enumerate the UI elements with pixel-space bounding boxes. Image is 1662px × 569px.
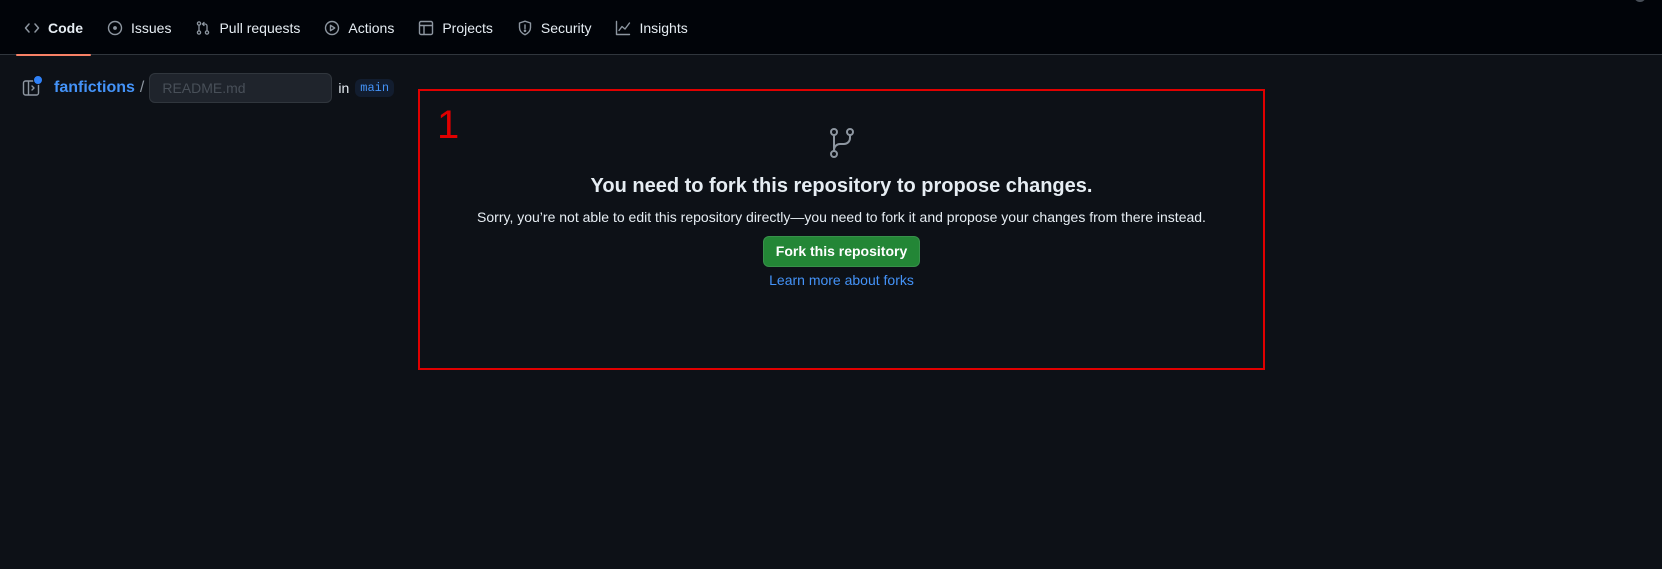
tab-label: Actions — [348, 19, 395, 36]
branch-name[interactable]: main — [355, 79, 395, 97]
tab-label: Issues — [131, 19, 172, 36]
fork-required-blankslate: You need to fork this repository to prop… — [420, 125, 1263, 290]
table-icon — [418, 20, 434, 36]
tab-security[interactable]: Security — [509, 0, 600, 55]
repo-navigation: Code Issues Pull requests Actions Projec… — [0, 0, 1662, 56]
in-label: in — [338, 80, 350, 96]
graph-icon — [615, 20, 631, 36]
tab-pull-requests[interactable]: Pull requests — [187, 0, 308, 55]
tab-label: Pull requests — [219, 19, 301, 36]
learn-more-forks-link[interactable]: Learn more about forks — [420, 270, 1263, 290]
tab-issues[interactable]: Issues — [99, 0, 179, 55]
file-tree-toggle-button[interactable] — [22, 75, 43, 97]
notification-dot — [33, 75, 43, 85]
play-icon — [324, 20, 340, 36]
tab-label: Security — [540, 19, 592, 36]
breadcrumb: fanfictions / in main — [22, 73, 395, 103]
tab-actions[interactable]: Actions — [316, 0, 402, 55]
git-pull-request-icon — [195, 20, 211, 36]
git-branch-icon — [829, 128, 854, 158]
filename-input[interactable] — [149, 73, 333, 103]
tab-label: Code — [48, 19, 83, 36]
breadcrumb-separator: / — [139, 79, 145, 96]
blankslate-heading: You need to fork this repository to prop… — [590, 175, 1093, 197]
corner-indicator — [1634, 0, 1646, 2]
tab-projects[interactable]: Projects — [410, 0, 501, 55]
issue-opened-icon — [107, 20, 123, 36]
repo-link[interactable]: fanfictions — [54, 79, 135, 97]
tab-label: Projects — [442, 19, 493, 36]
tab-label: Insights — [639, 19, 688, 36]
fork-repository-button[interactable]: Fork this repository — [762, 236, 921, 267]
blankslate-description: Sorry, you’re not able to edit this repo… — [477, 209, 1206, 225]
shield-icon — [517, 20, 533, 36]
repo-tabs: Code Issues Pull requests Actions Projec… — [16, 0, 704, 56]
tab-insights[interactable]: Insights — [607, 0, 695, 55]
code-icon — [24, 20, 40, 36]
tab-code[interactable]: Code — [16, 0, 91, 56]
